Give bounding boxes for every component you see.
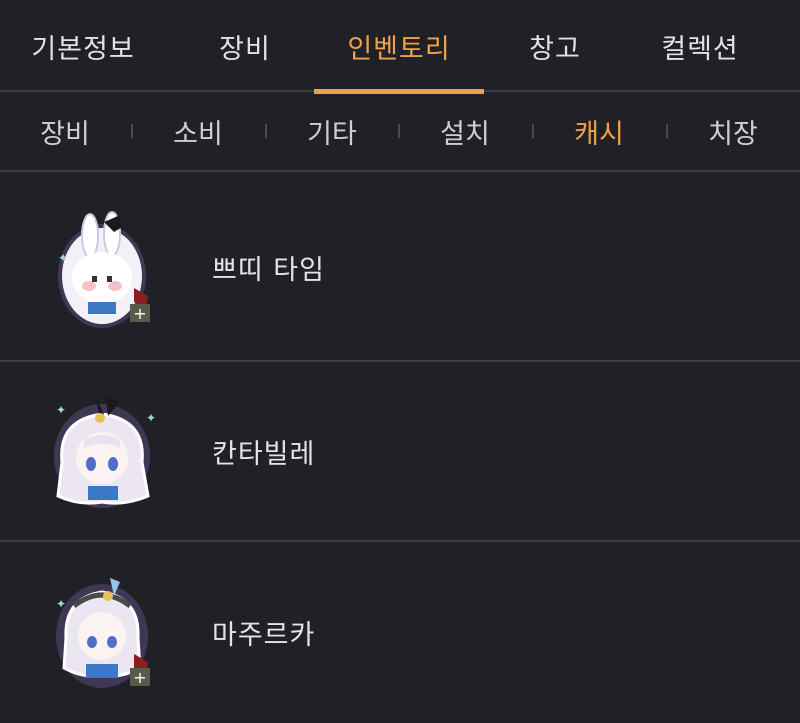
- subtab-label: 치장: [708, 118, 758, 150]
- item-name: 마주르카: [212, 619, 316, 651]
- svg-text:✦: ✦: [56, 597, 66, 611]
- svg-text:✦: ✦: [56, 403, 66, 417]
- tab-label: 인벤토리: [347, 33, 451, 65]
- subtab-label: 설치: [440, 118, 490, 150]
- subtab-etc[interactable]: 기타: [287, 92, 377, 170]
- svg-text:✦: ✦: [58, 251, 68, 265]
- subtab-equip[interactable]: 장비: [20, 92, 110, 170]
- subtab-label: 장비: [40, 118, 90, 150]
- svg-text:+: +: [133, 304, 146, 323]
- item-name: 칸타빌레: [212, 438, 316, 470]
- subtab-divider: [398, 124, 400, 138]
- subtab-divider: [532, 124, 534, 138]
- tab-label: 기본정보: [31, 33, 135, 65]
- main-tab-bar: 기본정보 장비 인벤토리 창고 컬렉션: [0, 0, 800, 94]
- subtab-divider: [265, 124, 267, 138]
- subtab-cosmetic[interactable]: 치장: [688, 92, 778, 170]
- tab-collection[interactable]: 컬렉션: [635, 0, 765, 92]
- item-name: 쁘띠 타임: [212, 254, 325, 286]
- subtab-label: 캐시: [574, 118, 624, 150]
- tab-storage[interactable]: 창고: [500, 0, 610, 92]
- inventory-screen: 기본정보 장비 인벤토리 창고 컬렉션 장비 소비 기타 설치 캐시 치장 + …: [0, 0, 800, 723]
- subtab-consume[interactable]: 소비: [153, 92, 243, 170]
- svg-text:+: +: [133, 668, 146, 687]
- sub-tab-bar: 장비 소비 기타 설치 캐시 치장: [0, 92, 800, 172]
- subtab-label: 소비: [173, 118, 223, 150]
- bunny-pet-icon: + ✦: [58, 211, 150, 328]
- subtab-divider: [131, 124, 133, 138]
- tab-label: 컬렉션: [661, 33, 739, 65]
- svg-text:✦: ✦: [146, 411, 156, 425]
- subtab-divider: [666, 124, 668, 138]
- subtab-cash[interactable]: 캐시: [554, 92, 644, 170]
- list-item[interactable]: ✦ ✦ 칸타빌레: [0, 362, 800, 542]
- tab-inventory[interactable]: 인벤토리: [314, 0, 484, 94]
- tab-label: 장비: [219, 33, 271, 65]
- tab-label: 창고: [529, 33, 581, 65]
- girl-pet-icon: ✦ ✦: [54, 394, 156, 508]
- tab-equipment[interactable]: 장비: [190, 0, 300, 92]
- subtab-install[interactable]: 설치: [420, 92, 510, 170]
- girl-pet-icon: + ✦: [56, 578, 150, 688]
- item-list: + ✦ 쁘띠 타임 ✦ ✦ 칸타빌레 + ✦ 마주르카: [0, 174, 800, 722]
- list-item[interactable]: + ✦ 쁘띠 타임: [0, 174, 800, 362]
- list-item[interactable]: + ✦ 마주르카: [0, 542, 800, 722]
- tab-basic-info[interactable]: 기본정보: [18, 0, 148, 92]
- subtab-label: 기타: [307, 118, 357, 150]
